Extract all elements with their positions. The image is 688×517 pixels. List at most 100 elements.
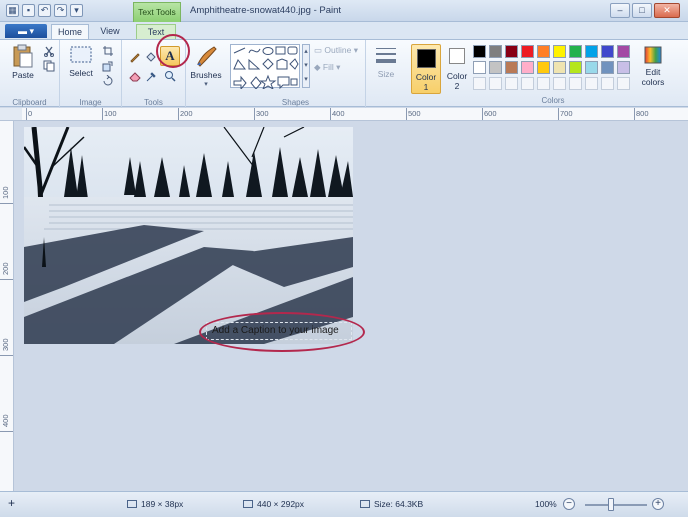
palette-swatch[interactable] <box>553 45 566 58</box>
palette-swatch[interactable] <box>553 61 566 74</box>
maximize-button[interactable]: □ <box>632 3 652 18</box>
palette-empty-swatch[interactable] <box>489 77 502 90</box>
caption-highlight-ellipse <box>199 312 365 352</box>
outline-dropdown: ▭ Outline ▾ <box>314 45 358 55</box>
ruler-label: 0 <box>28 109 33 118</box>
paste-button[interactable]: Paste <box>8 44 38 80</box>
eraser-icon[interactable] <box>129 70 141 82</box>
shapes-gallery[interactable] <box>230 44 300 91</box>
move-icon: + <box>8 496 16 510</box>
ruler-label: 600 <box>484 109 497 118</box>
palette-swatch[interactable] <box>585 61 598 74</box>
ribbon-tabs: ▬ ▾ Home View Text <box>0 22 688 39</box>
minimize-button[interactable]: – <box>610 3 630 18</box>
group-label-colors: Colors <box>541 96 565 105</box>
undo-icon[interactable]: ↶ <box>38 4 51 17</box>
group-clipboard: Paste Clipboard <box>0 40 60 108</box>
size-button[interactable]: Size <box>371 45 401 79</box>
ruler-tick <box>0 431 13 432</box>
canvas-image[interactable] <box>24 127 353 344</box>
pencil-icon[interactable] <box>129 51 141 63</box>
text-tools-context-label: Text Tools <box>133 2 181 22</box>
palette-swatch[interactable] <box>505 61 518 74</box>
palette-empty-swatch[interactable] <box>505 77 518 90</box>
ruler-label: 400 <box>332 109 345 118</box>
palette-swatch[interactable] <box>489 61 502 74</box>
vertical-ruler: 100 200 300 400 <box>0 121 14 491</box>
palette-empty-swatch[interactable] <box>601 77 614 90</box>
palette-empty-swatch[interactable] <box>553 77 566 90</box>
zoom-out-button[interactable]: − <box>563 498 575 510</box>
palette-swatch[interactable] <box>617 45 630 58</box>
fill-icon: ◆ <box>314 62 323 72</box>
group-image: Select Image <box>60 40 122 108</box>
palette-swatch[interactable] <box>489 45 502 58</box>
tab-home[interactable]: Home <box>51 24 89 39</box>
image-size: 440 × 292px <box>257 499 305 509</box>
amphitheatre-photo <box>24 127 353 344</box>
ruler-tick <box>330 108 331 120</box>
select-button[interactable]: Select <box>66 44 96 78</box>
paste-icon <box>13 44 33 68</box>
palette-swatch[interactable] <box>521 61 534 74</box>
palette-swatch[interactable] <box>617 61 630 74</box>
text-tool-highlight-circle <box>156 34 190 68</box>
palette-swatch[interactable] <box>505 45 518 58</box>
qat-dropdown-icon[interactable]: ▾ <box>70 4 83 17</box>
palette-swatch[interactable] <box>585 45 598 58</box>
redo-icon[interactable]: ↷ <box>54 4 67 17</box>
palette-swatch[interactable] <box>569 45 582 58</box>
color1-number: 1 <box>423 82 429 92</box>
selection-size: 189 × 38px <box>141 499 184 509</box>
zoom-in-button[interactable]: + <box>652 498 664 510</box>
ruler-tick <box>102 108 103 120</box>
magnifier-icon[interactable] <box>164 70 176 82</box>
ruler-label: 200 <box>1 262 10 275</box>
palette-empty-swatch[interactable] <box>521 77 534 90</box>
palette-empty-swatch[interactable] <box>537 77 550 90</box>
palette-swatch[interactable] <box>601 61 614 74</box>
palette-empty-swatch[interactable] <box>617 77 630 90</box>
horizontal-ruler: 0 100 200 300 400 500 600 700 800 <box>22 108 688 121</box>
close-button[interactable]: ✕ <box>654 3 680 18</box>
palette-swatch[interactable] <box>473 61 486 74</box>
ruler-tick <box>482 108 483 120</box>
zoom-slider-thumb[interactable] <box>608 498 614 511</box>
cut-icon[interactable] <box>43 45 55 57</box>
save-icon[interactable]: ▪ <box>22 4 35 17</box>
color2-button[interactable]: Color 2 <box>445 44 469 94</box>
palette-empty-swatch[interactable] <box>473 77 486 90</box>
palette-empty-swatch[interactable] <box>569 77 582 90</box>
ruler-corner <box>0 108 22 121</box>
ruler-tick <box>26 108 27 120</box>
zoom-level: 100% <box>535 499 557 509</box>
brushes-button[interactable]: Brushes ▾ <box>188 44 224 88</box>
crop-icon[interactable] <box>102 45 114 57</box>
edit-colors-icon <box>644 46 662 64</box>
rotate-icon[interactable] <box>102 75 114 87</box>
ruler-tick <box>558 108 559 120</box>
line-size-icon <box>376 48 396 63</box>
ruler-label: 800 <box>636 109 649 118</box>
zoom-slider-track[interactable] <box>585 504 647 506</box>
palette-swatch[interactable] <box>537 45 550 58</box>
color1-label: Color <box>415 72 437 82</box>
ruler-label: 300 <box>256 109 269 118</box>
palette-swatch[interactable] <box>473 45 486 58</box>
color1-button[interactable]: Color 1 <box>411 44 441 94</box>
color-picker-icon[interactable] <box>145 70 157 82</box>
paint-app-icon[interactable]: ▦ <box>6 4 19 17</box>
edit-colors-button[interactable]: Edit colors <box>638 45 668 87</box>
paint-menu-button[interactable]: ▬ ▾ <box>5 24 47 38</box>
palette-swatch[interactable] <box>601 45 614 58</box>
copy-icon[interactable] <box>43 60 55 72</box>
outline-icon: ▭ <box>314 45 325 55</box>
palette-swatch[interactable] <box>569 61 582 74</box>
tab-view[interactable]: View <box>92 24 128 39</box>
group-size: Size <box>366 40 406 108</box>
resize-icon[interactable] <box>102 60 114 72</box>
shapes-scroll[interactable]: ▴ ▾ ▾ <box>302 44 310 88</box>
palette-swatch[interactable] <box>521 45 534 58</box>
palette-empty-swatch[interactable] <box>585 77 598 90</box>
palette-swatch[interactable] <box>537 61 550 74</box>
